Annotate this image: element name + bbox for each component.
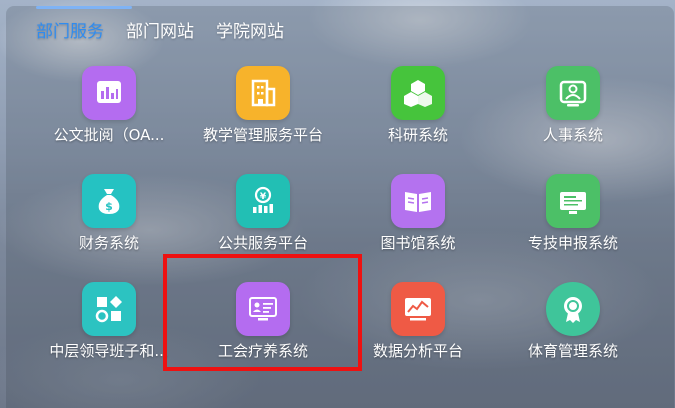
app-tile-research[interactable]: 科研系统 (338, 66, 498, 166)
app-label: 专技申报系统 (527, 234, 618, 252)
app-tile-data-analysis[interactable]: 数据分析平台 (338, 282, 498, 382)
svg-text:¥: ¥ (260, 192, 267, 202)
app-tile-teaching[interactable]: 教学管理服务平台 (183, 66, 343, 166)
person-card-icon (546, 66, 600, 120)
app-label: 科研系统 (387, 126, 448, 144)
certificate-icon (546, 174, 600, 228)
app-tile-sports[interactable]: 体育管理系统 (493, 282, 653, 382)
svg-text:$: $ (105, 200, 113, 213)
app-tile-library[interactable]: 图书馆系统 (338, 174, 498, 274)
open-book-icon (391, 174, 445, 228)
app-label: 公文批阅（OA... (53, 126, 165, 144)
selection-highlight-box (163, 254, 362, 371)
app-label: 公共服务平台 (217, 234, 308, 252)
building-icon (236, 66, 290, 120)
trend-chart-icon (391, 282, 445, 336)
app-tile-professional-application[interactable]: 专技申报系统 (493, 174, 653, 274)
app-label: 体育管理系统 (527, 342, 618, 360)
app-label: 图书馆系统 (380, 234, 456, 252)
money-bag-icon: $ (82, 174, 136, 228)
cubes-icon (391, 66, 445, 120)
app-label: 教学管理服务平台 (202, 126, 323, 144)
yuan-chart-icon: ¥ (236, 174, 290, 228)
app-tile-hr[interactable]: 人事系统 (493, 66, 653, 166)
shapes-grid-icon (82, 282, 136, 336)
app-label: 数据分析平台 (372, 342, 463, 360)
app-label: 人事系统 (542, 126, 603, 144)
app-tile-oa[interactable]: 公文批阅（OA... (29, 66, 189, 166)
medal-icon (546, 282, 600, 336)
document-chart-icon (82, 66, 136, 120)
app-label: 财务系统 (78, 234, 139, 252)
